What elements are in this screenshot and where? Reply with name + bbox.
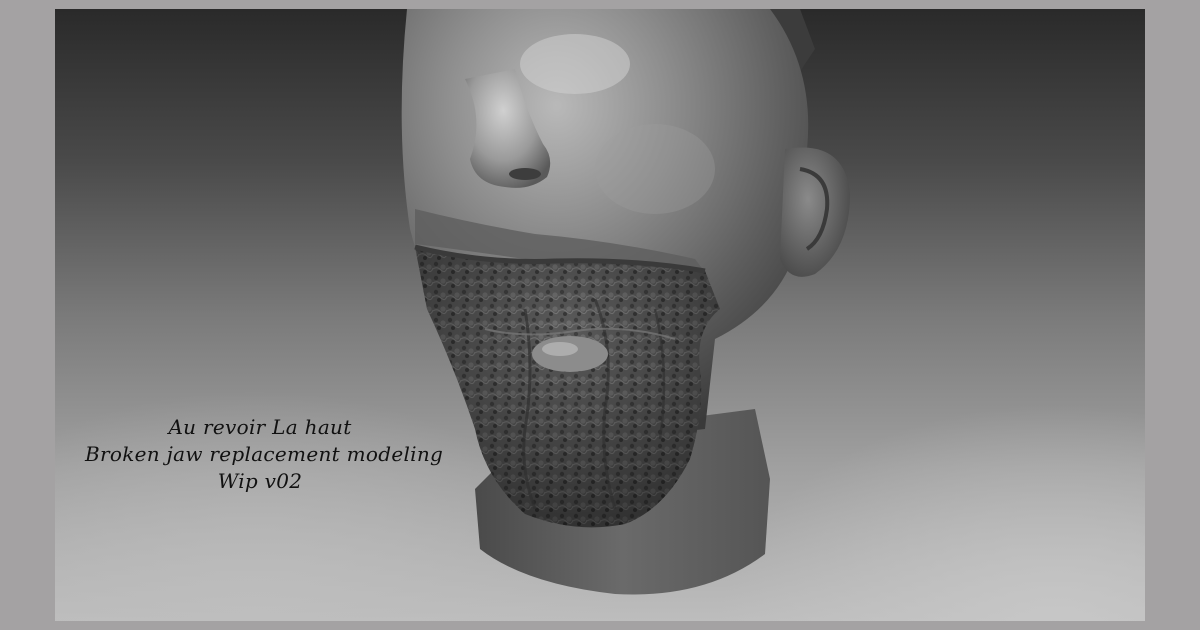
ear <box>780 147 850 277</box>
image-frame: Au revoir La haut Broken jaw replacement… <box>0 0 1200 630</box>
caption-version: Wip v02 <box>217 469 303 493</box>
caption-title: Au revoir La haut <box>168 415 352 439</box>
caption-block: Au revoir La haut Broken jaw replacement… <box>85 414 444 495</box>
render-viewport: Au revoir La haut Broken jaw replacement… <box>55 9 1145 621</box>
head-sculpt <box>401 9 850 595</box>
caption-description: Broken jaw replacement modeling <box>85 442 444 466</box>
